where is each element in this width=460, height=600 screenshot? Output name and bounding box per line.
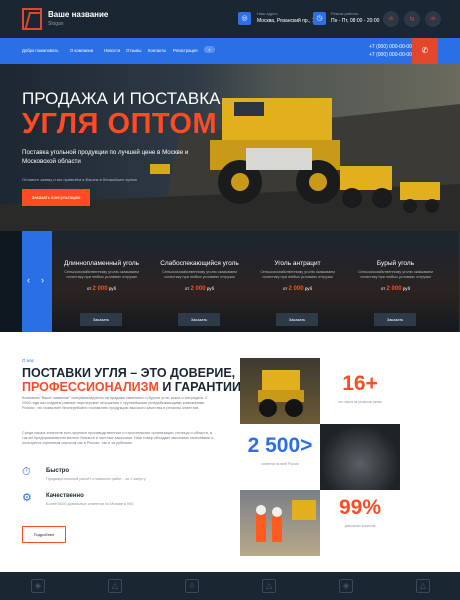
more-button[interactable]: Подробнее: [22, 526, 66, 543]
vk-icon[interactable]: vk: [383, 11, 399, 27]
feature-title: Быстро: [46, 468, 70, 474]
stat-number: 99%: [338, 496, 382, 519]
address-label: Наш адрес:: [257, 11, 279, 16]
coal-card-title: Слабоспекающийся уголь: [160, 260, 239, 267]
partner-logo-icon[interactable]: △: [416, 579, 430, 593]
hero-title-accent: УГЛЯ ОПТОМ: [22, 108, 218, 140]
coal-card-price: от 2 000 руб: [86, 286, 117, 292]
consultation-button[interactable]: Заказать консультацию: [22, 189, 90, 206]
nav-item-about[interactable]: О компании: [70, 48, 93, 53]
order-button[interactable]: Заказать: [374, 313, 416, 326]
stat-years: 16+ лет опыта на угольном рынке: [320, 358, 400, 424]
about-paragraph-2: Среди наших клиентов есть крупные произв…: [22, 431, 214, 446]
nav-item-register[interactable]: Регистрация: [173, 48, 197, 53]
partner-logo-icon[interactable]: ◈: [31, 579, 45, 593]
feature-desc: Более 6000 довольных клиентов по Москве …: [46, 502, 134, 506]
stat-number: 2 500>: [247, 434, 313, 457]
top-bar: Ваше название Slogan ◎ Наш адрес: Москва…: [0, 0, 460, 38]
order-button[interactable]: Заказать: [178, 313, 220, 326]
search-icon[interactable]: ⌕: [204, 46, 215, 53]
coal-card-price: от 2 000 руб: [282, 286, 313, 292]
brand-name: Ваше название: [48, 10, 109, 19]
coal-card-title: Длиннопламенный уголь: [63, 260, 140, 267]
stopwatch-icon: ⏱: [22, 466, 31, 478]
about-paragraph-1: Компания "Ваше название" специализируетс…: [22, 396, 208, 411]
quality-icon: ⚙: [22, 492, 32, 504]
chevron-right-icon[interactable]: ›: [41, 275, 44, 285]
order-button[interactable]: Заказать: [80, 313, 122, 326]
hero-subtitle: Поставка угольной продукции по лучшей це…: [22, 149, 189, 165]
coal-card-title: Бурый уголь: [376, 260, 415, 267]
address-value: Москва, Рязанский пр., 15: [257, 18, 318, 24]
hero-title: ПРОДАЖА И ПОСТАВКА: [22, 89, 221, 108]
hero-note: Оставьте заявку и мы привезём в Вашем в …: [22, 177, 137, 182]
location-icon: ◎: [238, 12, 251, 25]
odnoklassniki-icon[interactable]: ok: [425, 11, 441, 27]
partner-logo-icon[interactable]: △: [108, 579, 122, 593]
hours-label: Режим работы:: [331, 11, 360, 16]
order-button[interactable]: Заказать: [276, 313, 318, 326]
nav-item-reviews[interactable]: Отзывы: [126, 48, 141, 53]
telegram-icon[interactable]: tg: [404, 11, 420, 27]
brand-slogan: Slogan: [48, 21, 64, 27]
about-heading-2: ПРОФЕССИОНАЛИЗМ И ГАРАНТИИ: [22, 380, 242, 394]
coal-card: Слабоспекающийся уголь Сельскохозяйствен…: [150, 231, 249, 332]
nav-item-contacts[interactable]: Контакты: [148, 48, 166, 53]
hero-banner: ПРОДАЖА И ПОСТАВКА УГЛЯ ОПТОМ Поставка у…: [0, 64, 460, 231]
slider-nav: ‹ ›: [22, 231, 52, 332]
main-nav: Добро пожаловать О компании Новости Отзы…: [0, 38, 460, 64]
logo[interactable]: [22, 8, 42, 30]
stat-label: лет опыта на угольном рынке: [338, 400, 382, 404]
partner-logo-icon[interactable]: ◊: [185, 579, 199, 593]
about-tag: О нас: [22, 358, 34, 363]
workers-photo: [240, 490, 320, 556]
nav-item-welcome[interactable]: Добро пожаловать: [22, 48, 58, 53]
stat-clients: 2 500> клиентов по всей России: [240, 424, 320, 490]
coal-card: Уголь антрацит Сельскохозяйственному уго…: [248, 231, 347, 332]
stat-satisfaction: 99% довольных клиентов: [320, 490, 400, 556]
about-heading: ПОСТАВКИ УГЛЯ – ЭТО ДОВЕРИЕ,: [22, 366, 236, 380]
coal-card-price: от 2 000 руб: [380, 286, 411, 292]
coal-card-desc: Сельскохозяйственному уголю оказываем ло…: [358, 270, 433, 279]
coal-products: ‹ › Длиннопламенный уголь Сельскохозяйст…: [0, 231, 460, 332]
coal-card: Бурый уголь Сельскохозяйственному уголю …: [346, 231, 460, 332]
clock-icon: ◷: [313, 12, 326, 25]
partners-strip: ◈ △ ◊ △ ◈ △: [0, 572, 460, 600]
partner-logo-icon[interactable]: △: [262, 579, 276, 593]
coal-card-title: Уголь антрацит: [274, 260, 321, 267]
chevron-left-icon[interactable]: ‹: [27, 275, 30, 285]
stat-label: довольных клиентов: [344, 524, 376, 528]
coal-card-desc: Сельскохозяйственному уголю оказываем ло…: [64, 270, 139, 279]
coal-card-desc: Сельскохозяйственному уголю оказываем ло…: [260, 270, 335, 279]
phone-1[interactable]: +7 (000) 000-00-00: [369, 43, 412, 51]
coal-card: Длиннопламенный уголь Сельскохозяйственн…: [52, 231, 151, 332]
phone-2[interactable]: +7 (000) 000-00-00: [369, 51, 412, 59]
feature-desc: Предварительный расчёт стоимости работ -…: [46, 477, 146, 481]
nav-phones: +7 (000) 000-00-00 +7 (000) 000-00-00: [369, 43, 412, 59]
coal-card-price: от 2 000 руб: [184, 286, 215, 292]
coal-photo: [320, 424, 400, 490]
hours-value: Пн - Пт, 08:00 - 20:00: [331, 18, 380, 24]
nav-item-news[interactable]: Новости: [104, 48, 120, 53]
stat-number: 16+: [342, 372, 378, 395]
stat-label: клиентов по всей России: [261, 462, 299, 466]
feature-title: Качественно: [46, 493, 84, 499]
coal-card-desc: Сельскохозяйственному уголю оказываем ло…: [162, 270, 237, 279]
phone-call-button[interactable]: ✆: [412, 38, 438, 64]
partner-logo-icon[interactable]: ◈: [339, 579, 353, 593]
truck-photo: [240, 358, 320, 424]
